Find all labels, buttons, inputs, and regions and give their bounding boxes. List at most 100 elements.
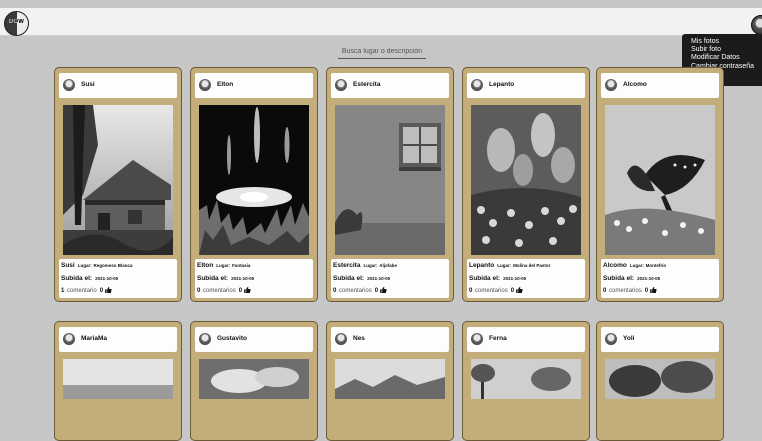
place-value: Montefrío: [645, 263, 667, 268]
place-value: Regomeso Blanca: [93, 263, 133, 268]
thumbs-up-icon[interactable]: [105, 287, 112, 293]
comments-link[interactable]: comentarios: [339, 288, 372, 294]
photo-image[interactable]: [199, 105, 309, 255]
uploaded-label: Subida el:: [469, 275, 501, 282]
photo-card: MariaMa: [54, 321, 182, 441]
photo-card: Alcomo Alcomo Lugar: Montefrío Subida el:…: [596, 67, 724, 302]
photo-image[interactable]: [63, 105, 173, 255]
menu-item-subir-foto[interactable]: Subir foto: [691, 46, 762, 54]
user-avatar-icon[interactable]: [471, 79, 483, 91]
post-author: Elton: [197, 262, 214, 269]
card-info-panel: Alcomo Lugar: Montefrío Subida el: 2021-10…: [601, 259, 719, 298]
post-author: Lepanto: [469, 262, 495, 269]
uploaded-label: Subida el:: [333, 275, 365, 282]
photo-image[interactable]: [199, 359, 309, 399]
photo-image[interactable]: [471, 105, 581, 255]
comments-link[interactable]: comentarios: [475, 288, 508, 294]
place-label: Lugar:: [497, 263, 512, 268]
app-logo[interactable]: DOW: [4, 11, 29, 36]
like-count: 0: [644, 288, 649, 294]
place-label: Lugar:: [363, 263, 378, 268]
upload-date: 2021-10-05: [503, 276, 527, 281]
user-avatar-icon[interactable]: [605, 79, 617, 91]
photo-image[interactable]: [63, 359, 173, 399]
place-value: Fantasia: [232, 263, 251, 268]
card-username[interactable]: Nes: [353, 335, 365, 342]
photo-card: Yoli: [596, 321, 724, 441]
card-header: Lepanto: [467, 73, 585, 98]
logo-text: DOW: [8, 19, 25, 25]
card-username[interactable]: Elton: [217, 81, 233, 88]
photo-image[interactable]: [335, 105, 445, 255]
comment-count: 0: [333, 288, 337, 294]
comment-count: 0: [469, 288, 473, 294]
thumbs-up-icon[interactable]: [380, 287, 387, 293]
search-input[interactable]: [338, 45, 426, 59]
user-avatar-icon[interactable]: [335, 333, 347, 345]
thumbs-up-icon[interactable]: [516, 287, 523, 293]
card-username[interactable]: Alcomo: [623, 81, 647, 88]
comment-count: 0: [603, 288, 607, 294]
uploaded-label: Subida el:: [61, 275, 93, 282]
menu-item-modificar-datos[interactable]: Modificar Datos: [691, 54, 762, 62]
post-author: Estercita: [333, 262, 361, 269]
card-info-panel: Susi Lugar: Regomeso Blanca Subida el: 202…: [59, 259, 177, 298]
photo-card: Nes: [326, 321, 454, 441]
card-header: Elton: [195, 73, 313, 98]
like-count: 0: [238, 288, 243, 294]
card-header: Alcomo: [601, 73, 719, 98]
card-username[interactable]: Yoli: [623, 335, 634, 342]
upload-date: 2021-10-05: [367, 276, 391, 281]
post-author: Susi: [61, 262, 75, 269]
place-value: Aljofabe: [379, 263, 398, 268]
photo-card: Lepanto Lepanto Lugar: Molina del Pastor …: [462, 67, 590, 302]
thumbs-up-icon[interactable]: [650, 287, 657, 293]
card-username[interactable]: Susi: [81, 81, 95, 88]
user-avatar-icon[interactable]: [199, 79, 211, 91]
uploaded-label: Subida el:: [197, 275, 229, 282]
thumbs-up-icon[interactable]: [244, 287, 251, 293]
photo-image[interactable]: [335, 359, 445, 399]
card-header: Ferna: [467, 327, 585, 352]
menu-item-mis-fotos[interactable]: Mis fotos: [691, 38, 762, 46]
user-avatar-icon[interactable]: [471, 333, 483, 345]
user-avatar-icon[interactable]: [63, 333, 75, 345]
comments-link[interactable]: comentarios: [609, 288, 642, 294]
photo-image[interactable]: [605, 359, 715, 399]
user-avatar-icon[interactable]: [335, 79, 347, 91]
like-count: 0: [510, 288, 515, 294]
card-username[interactable]: Estercita: [353, 81, 380, 88]
photo-image[interactable]: [605, 105, 715, 255]
card-username[interactable]: Lepanto: [489, 81, 514, 88]
comment-count: 0: [197, 288, 201, 294]
card-username[interactable]: Gustavito: [217, 335, 247, 342]
card-header: Susi: [59, 73, 177, 98]
photo-card: Gustavito: [190, 321, 318, 441]
card-username[interactable]: Ferna: [489, 335, 507, 342]
photo-card: Susi Susi Lugar: Regomeso Blanca Subida e…: [54, 67, 182, 302]
card-info-panel: Lepanto Lugar: Molina del Pastor Subida e…: [467, 259, 585, 298]
like-count: 0: [374, 288, 379, 294]
photo-card: Elton Elton Lugar: Fantasia Subida el: 202…: [190, 67, 318, 302]
top-navbar: DOW: [0, 8, 762, 36]
photo-card: Ferna: [462, 321, 590, 441]
card-header: Yoli: [601, 327, 719, 352]
uploaded-label: Subida el:: [603, 275, 635, 282]
upload-date: 2021-10-05: [637, 276, 661, 281]
comments-link[interactable]: comentarios: [203, 288, 236, 294]
user-avatar-icon[interactable]: [63, 79, 75, 91]
place-value: Molina del Pastor: [513, 263, 551, 268]
place-label: Lugar:: [77, 263, 92, 268]
place-label: Lugar:: [216, 263, 231, 268]
upload-date: 2021-10-05: [95, 276, 119, 281]
user-avatar-icon[interactable]: [605, 333, 617, 345]
user-avatar-icon[interactable]: [199, 333, 211, 345]
upload-date: 2021-10-05: [231, 276, 255, 281]
like-count: 0: [99, 288, 104, 294]
card-username[interactable]: MariaMa: [81, 335, 107, 342]
post-author: Alcomo: [603, 262, 627, 269]
comment-count: 1: [61, 288, 65, 294]
photo-image[interactable]: [471, 359, 581, 399]
comments-link[interactable]: comentario: [67, 288, 97, 294]
card-header: Estercita: [331, 73, 449, 98]
